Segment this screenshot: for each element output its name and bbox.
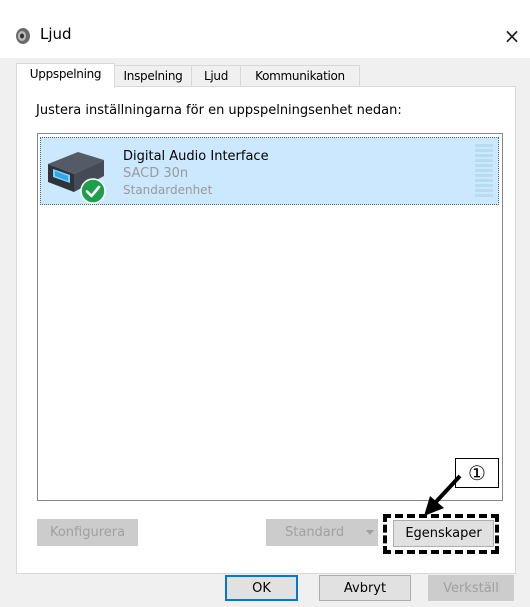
ok-button[interactable]: OK (225, 575, 298, 601)
speaker-icon (16, 28, 30, 44)
tab-kommunikation[interactable]: Kommunikation (240, 65, 360, 87)
title-bar (0, 0, 530, 58)
tab-inspelning[interactable]: Inspelning (114, 65, 192, 87)
device-model: SACD 30n (123, 166, 189, 181)
default-checkmark-icon (80, 178, 106, 204)
callout-highlight-box (383, 514, 499, 554)
configure-button[interactable]: Konfigurera (37, 519, 138, 546)
apply-button[interactable]: Verkställ (428, 575, 514, 601)
set-default-button[interactable]: Standard (266, 519, 362, 546)
cancel-button[interactable]: Avbryt (319, 575, 411, 601)
set-default-dropdown[interactable] (362, 519, 378, 546)
device-name: Digital Audio Interface (123, 149, 269, 164)
tab-uppspelning[interactable]: Uppspelning (16, 63, 115, 88)
instruction-text: Justera inställningarna för en uppspelni… (36, 103, 402, 118)
callout-arrow (424, 474, 462, 516)
device-status: Standardenhet (123, 183, 213, 197)
window-title: Ljud (40, 25, 72, 43)
volume-meter (475, 144, 493, 197)
device-list-item[interactable] (40, 137, 499, 205)
close-button[interactable]: × (494, 18, 530, 54)
chevron-down-icon (366, 529, 374, 535)
tab-ljud[interactable]: Ljud (191, 65, 241, 87)
